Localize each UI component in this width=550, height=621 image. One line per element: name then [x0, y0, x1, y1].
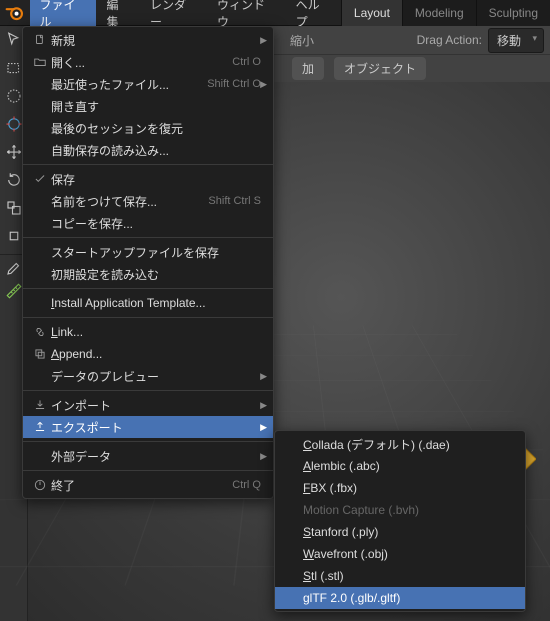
menu-item-label: 初期設定を読み込む [51, 266, 261, 283]
menu-item-shortcut: Ctrl O [232, 56, 261, 68]
export-menu-item[interactable]: FBX (.fbx) [275, 477, 525, 499]
export-menu-item[interactable]: Stanford (.ply) [275, 521, 525, 543]
file-menu-item[interactable]: Link... [23, 321, 273, 343]
menu-item-label: 新規 [51, 32, 261, 49]
export-submenu: Collada (デフォルト) (.dae) Alembic (.abc) FBX … [274, 430, 526, 612]
workspace-tabs: LayoutModelingSculpting [341, 0, 550, 26]
file-menu-item[interactable]: インポート▶ [23, 394, 273, 416]
file-menu-item[interactable]: 初期設定を読み込む [23, 263, 273, 285]
menu-item-label: Append... [51, 347, 261, 361]
menu-separator [23, 390, 273, 391]
menu-separator [23, 441, 273, 442]
file-menu-item[interactable]: 自動保存の読み込み... [23, 139, 273, 161]
workspace-tab-modeling[interactable]: Modeling [402, 0, 476, 26]
export-menu-item[interactable]: Wavefront (.obj) [275, 543, 525, 565]
menu-item-label: glTF 2.0 (.glb/.gltf) [303, 591, 513, 605]
menu-item-label: エクスポート [51, 419, 261, 436]
menu-separator [23, 288, 273, 289]
blender-logo-icon [4, 2, 26, 24]
workspace-tab-layout[interactable]: Layout [341, 0, 402, 26]
menu-item-label: Stanford (.ply) [303, 525, 513, 539]
append-icon [29, 347, 51, 361]
menu-item-label: 外部データ [51, 448, 261, 465]
file-menu-item[interactable]: 新規▶ [23, 29, 273, 51]
menu-item-label: 開く... [51, 54, 208, 71]
drag-action-dropdown[interactable]: 移動 [488, 28, 544, 53]
export-menu-item[interactable]: glTF 2.0 (.glb/.gltf) [275, 587, 525, 609]
menu-item-label: スタートアップファイルを保存 [51, 244, 261, 261]
menu-separator [23, 317, 273, 318]
file-menu-item[interactable]: エクスポート▶ [23, 416, 273, 438]
file-menu-item[interactable]: 名前をつけて保存... Shift Ctrl S [23, 190, 273, 212]
export-icon [29, 420, 51, 434]
menu-item-label: 終了 [51, 477, 208, 494]
menu-item-shortcut: Ctrl Q [232, 479, 261, 491]
submenu-arrow-icon: ▶ [260, 371, 267, 382]
menu-item-label: Wavefront (.obj) [303, 547, 513, 561]
drag-action-label: Drag Action: [417, 33, 482, 47]
submenu-arrow-icon: ▶ [260, 451, 267, 462]
submenu-arrow-icon: ▶ [260, 79, 267, 90]
menu-item-label: コピーを保存... [51, 215, 261, 232]
menu-item-label: 保存 [51, 171, 261, 188]
power-icon [29, 478, 51, 492]
doc-icon [29, 33, 51, 47]
file-menu-item[interactable]: スタートアップファイルを保存 [23, 241, 273, 263]
menu-item-label: Motion Capture (.bvh) [303, 503, 513, 517]
check-icon [29, 172, 51, 186]
file-menu-item[interactable]: 外部データ▶ [23, 445, 273, 467]
menu-item-label: 最近使ったファイル... [51, 76, 183, 93]
object-menu[interactable]: オブジェクト [334, 57, 426, 80]
folder-icon [29, 55, 51, 69]
add-menu[interactable]: 加 [292, 57, 324, 80]
file-menu-item[interactable]: 終了 Ctrl Q [23, 474, 273, 496]
submenu-arrow-icon: ▶ [260, 422, 267, 433]
menu-item-label: インポート [51, 397, 261, 414]
menu-item-label: 名前をつけて保存... [51, 193, 184, 210]
scale-label: 縮小 [290, 32, 314, 49]
menu-item-label: 自動保存の読み込み... [51, 142, 261, 159]
export-menu-item[interactable]: Collada (デフォルト) (.dae) [275, 433, 525, 455]
file-menu-item[interactable]: 開く... Ctrl O [23, 51, 273, 73]
menu-item-label: Stl (.stl) [303, 569, 513, 583]
menu-item-label: 開き直す [51, 98, 261, 115]
top-menubar: ファイル編集レンダーウィンドウヘルプ LayoutModelingSculpti… [0, 0, 550, 26]
menu-separator [23, 164, 273, 165]
menu-item-label: データのプレビュー [51, 368, 261, 385]
file-menu-item[interactable]: コピーを保存... [23, 212, 273, 234]
file-menu-item[interactable]: 最近使ったファイル... Shift Ctrl O▶ [23, 73, 273, 95]
export-menu-item[interactable]: Stl (.stl) [275, 565, 525, 587]
menu-item-label: Install Application Template... [51, 296, 261, 310]
export-menu-item: Motion Capture (.bvh) [275, 499, 525, 521]
menu-separator [23, 470, 273, 471]
submenu-arrow-icon: ▶ [260, 400, 267, 411]
menu-item-label: Alembic (.abc) [303, 459, 513, 473]
file-menu-item[interactable]: 最後のセッションを復元 [23, 117, 273, 139]
file-menu-item[interactable]: 保存 [23, 168, 273, 190]
menu-item-label: Collada (デフォルト) (.dae) [303, 436, 513, 453]
import-icon [29, 398, 51, 412]
menu-separator [23, 237, 273, 238]
file-menu-item[interactable]: 開き直す [23, 95, 273, 117]
menu-item-label: Link... [51, 325, 261, 339]
link-icon [29, 325, 51, 339]
workspace-tab-sculpting[interactable]: Sculpting [476, 0, 550, 26]
menu-item-shortcut: Shift Ctrl S [208, 195, 261, 207]
menu-item-shortcut: Shift Ctrl O [207, 78, 261, 90]
file-menu-item[interactable]: Install Application Template... [23, 292, 273, 314]
file-menu-item[interactable]: Append... [23, 343, 273, 365]
file-menu-item[interactable]: データのプレビュー▶ [23, 365, 273, 387]
menu-item-label: 最後のセッションを復元 [51, 120, 261, 137]
export-menu-item[interactable]: Alembic (.abc) [275, 455, 525, 477]
menu-item-label: FBX (.fbx) [303, 481, 513, 495]
submenu-arrow-icon: ▶ [260, 35, 267, 46]
file-menu: 新規▶開く...Ctrl O最近使ったファイル...Shift Ctrl O▶開… [22, 26, 274, 499]
